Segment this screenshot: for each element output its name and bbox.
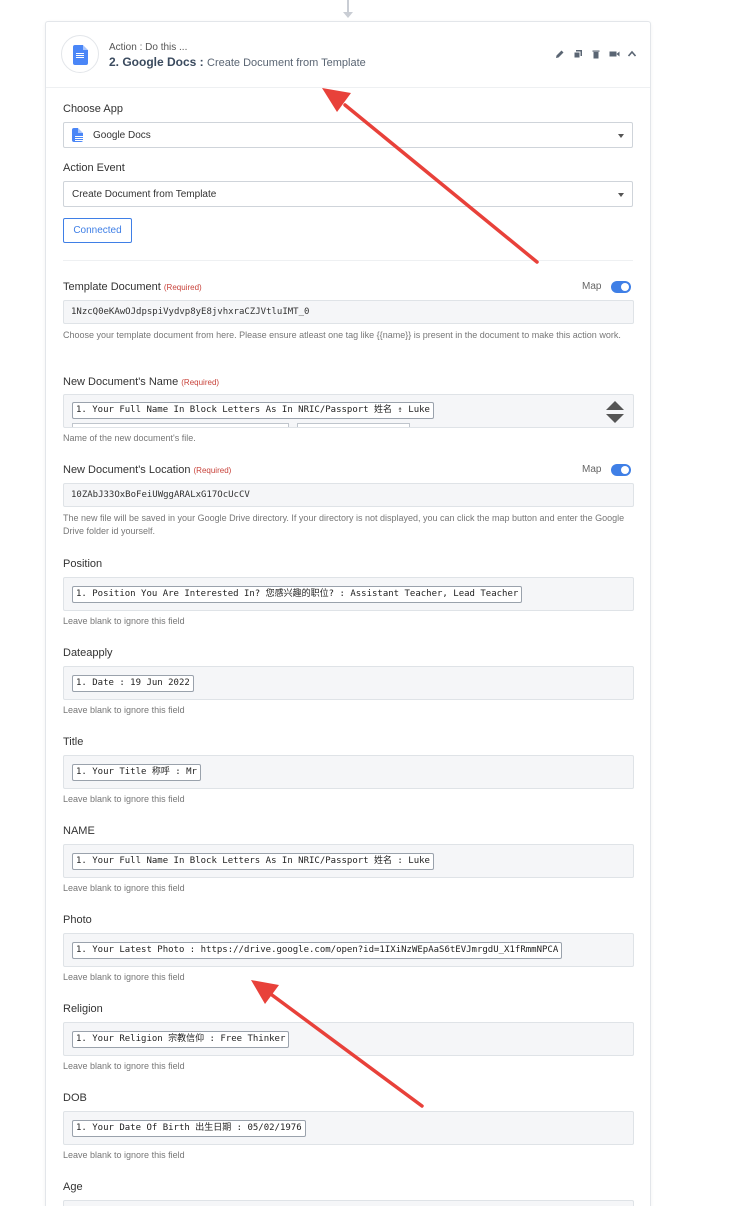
copy-icon[interactable] [572,49,584,61]
new-doc-location-value: 10ZAbJ33OxBoFeiUWggARALxG17OcUcCV [71,490,250,500]
photo-input[interactable]: 1. Your Latest Photo : https://drive.goo… [63,933,634,967]
token-chip-overflow [72,423,289,427]
map-label: Map [582,281,602,292]
section-divider [63,260,633,261]
google-docs-logo [61,35,99,73]
step-title: 2. Google Docs : Create Document from Te… [109,55,366,69]
dateapply-help: Leave blank to ignore this field [63,705,185,715]
token-chip[interactable]: 1. Your Full Name In Block Letters As In… [72,853,434,870]
religion-help: Leave blank to ignore this field [63,1061,185,1071]
action-event-label: Action Event [63,162,125,174]
token-chip[interactable]: 1. Your Religion 宗教信仰 : Free Thinker [72,1031,290,1048]
template-document-value: 1NzcQ0eKAwOJdpspiVydvp8yE8jvhxraCZJVtluI… [71,307,310,317]
template-document-help: Choose your template document from here.… [63,330,621,340]
position-label: Position [63,558,103,570]
token-chip[interactable]: 1. Your Title 称呼 : Mr [72,764,201,781]
map-label: Map [582,464,602,475]
template-document-input[interactable]: 1NzcQ0eKAwOJdpspiVydvp8yE8jvhxraCZJVtluI… [63,300,634,324]
token-chip[interactable]: 1. Date : 19 Jun 2022 [72,675,194,692]
choose-app-select[interactable]: Google Docs [63,122,633,148]
name-label: NAME [63,825,95,837]
age-label: Age [63,1181,83,1193]
choose-app-label: Choose App [63,103,123,115]
name-help: Leave blank to ignore this field [63,883,185,893]
token-chip[interactable]: 1. Your Full Name In Block Letters As In… [72,402,434,419]
dob-help: Leave blank to ignore this field [63,1150,185,1160]
new-doc-name-label-text: New Document's Name [63,376,179,388]
required-tag: (Required) [181,378,220,387]
template-document-label: Template Document (Required) [63,281,202,293]
age-input[interactable] [63,1200,634,1206]
religion-input[interactable]: 1. Your Religion 宗教信仰 : Free Thinker [63,1022,634,1056]
action-event-select[interactable]: Create Document from Template [63,181,633,207]
new-doc-location-label: New Document's Location (Required) [63,464,231,476]
required-tag: (Required) [163,283,202,292]
new-doc-name-input[interactable]: 1. Your Full Name In Block Letters As In… [63,394,634,428]
triangle-up-icon[interactable] [606,401,624,410]
new-doc-location-input[interactable]: 10ZAbJ33OxBoFeiUWggARALxG17OcUcCV [63,483,634,507]
new-doc-name-label: New Document's Name (Required) [63,376,219,388]
trash-icon[interactable] [590,49,602,61]
caret-down-icon [618,193,624,197]
scroll-spinner[interactable] [606,399,624,425]
choose-app-value: Google Docs [93,130,151,141]
connector-arrow-icon [343,12,353,18]
token-separator: - [397,404,404,415]
chevron-up-icon[interactable] [626,49,638,61]
header-toolbar [554,49,638,61]
name-input[interactable]: 1. Your Full Name In Block Letters As In… [63,844,634,878]
dateapply-input[interactable]: 1. Date : 19 Jun 2022 [63,666,634,700]
dob-input[interactable]: 1. Your Date Of Birth 出生日期 : 05/02/1976 [63,1111,634,1145]
token-chip-overflow [297,423,410,427]
new-doc-location-help: The new file will be saved in your Googl… [63,513,625,536]
token-chip[interactable]: 1. Your Latest Photo : https://drive.goo… [72,942,563,959]
google-docs-icon [73,45,88,65]
caret-down-icon [618,134,624,138]
title-label: Title [63,736,84,748]
dateapply-label: Dateapply [63,647,113,659]
position-help: Leave blank to ignore this field [63,616,185,626]
photo-label: Photo [63,914,92,926]
religion-label: Religion [63,1003,103,1015]
title-input[interactable]: 1. Your Title 称呼 : Mr [63,755,634,789]
step-subtitle: Action : Do this ... [109,42,188,53]
step-action-name: Create Document from Template [207,57,366,69]
token-chip[interactable]: 1. Your Date Of Birth 出生日期 : 05/02/1976 [72,1120,306,1137]
template-document-label-text: Template Document [63,281,161,293]
new-doc-location-label-text: New Document's Location [63,464,191,476]
dob-label: DOB [63,1092,87,1104]
title-help: Leave blank to ignore this field [63,794,185,804]
triangle-down-icon[interactable] [606,414,624,423]
map-toggle[interactable] [611,281,631,293]
required-tag: (Required) [193,466,232,475]
video-icon[interactable] [608,49,620,61]
google-docs-icon [72,128,83,142]
card-header[interactable]: Action : Do this ... 2. Google Docs : Cr… [46,22,650,88]
pencil-icon[interactable] [554,49,566,61]
action-event-value: Create Document from Template [72,189,217,200]
connected-button[interactable]: Connected [63,218,132,243]
step-app-name: 2. Google Docs : [109,55,204,69]
map-toggle[interactable] [611,464,631,476]
action-step-card: Action : Do this ... 2. Google Docs : Cr… [45,21,651,1206]
position-input[interactable]: 1. Position You Are Interested In? 您感兴趣的… [63,577,634,611]
token-chip[interactable]: 1. Position You Are Interested In? 您感兴趣的… [72,586,523,603]
new-doc-name-help: Name of the new document's file. [63,433,196,443]
photo-help: Leave blank to ignore this field [63,972,185,982]
